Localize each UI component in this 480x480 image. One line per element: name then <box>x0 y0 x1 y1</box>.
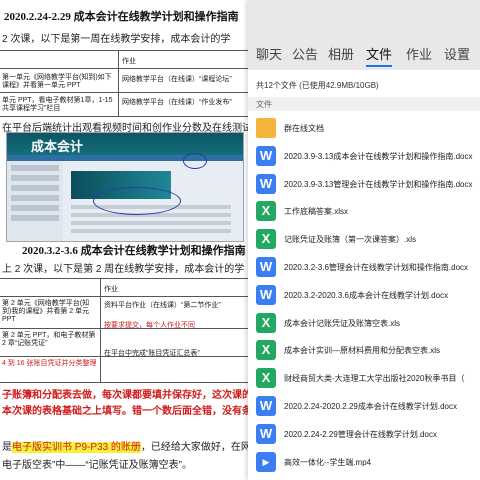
file-item[interactable]: W 2020.3.2-2020.3.6成本会计在线教学计划.docx <box>248 282 480 310</box>
file-name: 记账凭证及账簿（第一次课答案）.xls <box>284 235 416 245</box>
table-cell: 单元 PPT，看电子教材第1章，1-15 共享课程学习”栏目 <box>2 97 113 112</box>
file-name: 2020.3.9-3.13管理会计在线教学计划和操作指南.docx <box>284 179 473 189</box>
doc-paragraph: 本次课的表格基础之上填写。错一个数后面全错，没有条件 <box>2 406 250 417</box>
excel-icon: X <box>256 368 276 389</box>
tab-files[interactable]: 文件 <box>366 44 392 63</box>
excel-icon: X <box>256 340 276 361</box>
section-header: 文件 <box>248 97 480 111</box>
tab-announcement[interactable]: 公告 <box>292 44 318 63</box>
file-name: 2020.3.2-3.6管理会计在线教学计划和操作指南.docx <box>284 263 469 272</box>
annotation-circle <box>93 187 181 215</box>
table-header: 作业 <box>104 286 118 293</box>
excel-icon: X <box>256 201 276 222</box>
file-item[interactable]: W 2020.2.24-2.29管理会计在线教学计划.docx <box>248 421 480 449</box>
file-item[interactable]: W 2020.3.9-3.13管理会计在线教学计划和操作指南.docx <box>248 171 480 199</box>
table-header: 作业 <box>122 58 136 65</box>
word-icon: W <box>256 257 276 277</box>
group-files-panel: 聊天 公告 相册 文件 作业 设置 共12个文件 (已使用42.9MB/10GB… <box>248 0 480 480</box>
word-icon: W <box>256 173 276 194</box>
annotation-circle <box>183 153 207 169</box>
file-item[interactable]: X 工作底稿答案.xlsx <box>248 198 480 226</box>
table-cell: 按要求提交，每个人作业不同 <box>104 322 195 329</box>
tab-album[interactable]: 相册 <box>328 44 354 63</box>
screen-title: 成本会计 <box>31 139 84 154</box>
table-cell: 第 2 单元 PPT，和电子教材第 2 章“记账凭证” <box>2 332 96 347</box>
video-icon: ▶ <box>256 451 276 472</box>
table-cell: 第一单元《网络教学平台(知到)如下课程》并看第一单元 PPT <box>2 74 112 89</box>
embedded-screenshot: 成本会计 <box>6 132 244 242</box>
file-name: 成本会计记账凭证及账簿空表.xls <box>284 318 400 328</box>
file-name: 群在线文档 <box>284 124 324 133</box>
file-item[interactable]: W 2020.2.24-2020.2.29成本会计在线教学计划.docx <box>248 393 480 421</box>
doc-text: ，已经给大家做好，在网络 <box>140 442 250 453</box>
file-name: 2020.2.24-2020.2.29成本会计在线教学计划.docx <box>284 402 457 411</box>
file-item[interactable]: X 记账凭证及账簿（第一次课答案）.xls <box>248 226 480 254</box>
doc-paragraph: 上 2 次课，以下是第 2 周在线教学安排，成本会计的学 <box>2 264 245 275</box>
file-item[interactable]: W 2020.3.2-3.6管理会计在线教学计划和操作指南.docx <box>248 254 480 282</box>
table-cell: 资料平台作业（在线课）“第二节作业” <box>104 302 221 309</box>
doc-title-week2: 2020.3.2-3.6 成本会计在线教学计划和操作指南 <box>22 245 246 257</box>
tab-homework[interactable]: 作业 <box>406 44 432 63</box>
excel-icon: X <box>256 312 276 333</box>
file-item[interactable]: 群在线文档 <box>248 115 480 143</box>
file-name: 2020.3.2-2020.3.6成本会计在线教学计划.docx <box>284 290 449 300</box>
file-item[interactable]: X 成本会计记账凭证及账簿空表.xls <box>248 310 480 338</box>
file-item[interactable]: X 财经商贸大类-大连理工大学出版社2020秋季书目（ <box>248 365 480 393</box>
file-item[interactable]: X 成本会计实训—原材料费用和分配表空表.xls <box>248 337 480 365</box>
tab-bar: 聊天 公告 相册 文件 作业 设置 <box>248 0 480 70</box>
file-summary: 共12个文件 (已使用42.9MB/10GB) <box>256 81 379 90</box>
doc-paragraph: 是电子版实训书 P9-P33 的账册，已经给大家做好，在网络 <box>2 438 250 453</box>
excel-icon: X <box>256 229 276 250</box>
file-name: 2020.2.24-2.29管理会计在线教学计划.docx <box>284 429 437 439</box>
file-name: 高效一体化--学生端.mp4 <box>284 457 372 467</box>
file-item[interactable]: ▶ 高效一体化--学生端.mp4 <box>248 449 480 477</box>
table-cell: 第 2 单元《网络教学平台(知到)我的课程》并看第 2 单元 PPT <box>2 300 90 323</box>
file-name: 财经商贸大类-大连理工大学出版社2020秋季书目（ <box>284 374 465 384</box>
section-label: 文件 <box>256 100 272 109</box>
file-item[interactable]: W 2020.3.9-3.13成本会计在线教学计划和操作指南.docx <box>248 143 480 171</box>
document-preview: 2020.2.24-2.29 成本会计在线教学计划和操作指南 2 次课，以下是第… <box>0 0 250 480</box>
table-cell: 网络教学平台（在线课）“课程论坛” <box>122 76 232 83</box>
folder-icon <box>256 118 276 138</box>
file-name: 成本会计实训—原材料费用和分配表空表.xls <box>284 346 440 356</box>
word-icon: W <box>256 423 276 444</box>
word-icon: W <box>256 145 276 166</box>
doc-paragraph: 2 次课，以下是第一周在线教学安排，成本会计的学 <box>2 34 231 45</box>
table-cell: 在平台中完成“账目凭证汇总表” <box>104 350 200 357</box>
file-name: 工作底稿答案.xlsx <box>284 207 348 217</box>
tab-settings[interactable]: 设置 <box>444 44 470 63</box>
tab-chat[interactable]: 聊天 <box>256 44 282 63</box>
doc-title-week1: 2020.2.24-2.29 成本会计在线教学计划和操作指南 <box>4 11 239 23</box>
highlighted-text: 电子版实训书 P9-P33 的账册 <box>12 442 141 453</box>
doc-text: 是 <box>2 442 12 453</box>
file-name: 2020.3.9-3.13成本会计在线教学计划和操作指南.docx <box>284 151 473 161</box>
doc-paragraph: 电子版空表”中——“记账凭证及账簿空表”。 <box>2 460 192 471</box>
word-icon: W <box>256 396 276 416</box>
doc-paragraph: 子账簿和分配表去做，每次课都要填并保存好，这次课的 1 <box>2 390 250 401</box>
table-cell: 4 到 16 张账目凭证并分类整理 <box>2 360 97 367</box>
table-cell: 网络教学平台（在线课）“作业发布” <box>122 99 232 106</box>
word-icon: W <box>256 284 276 305</box>
active-tab-indicator <box>366 65 392 67</box>
